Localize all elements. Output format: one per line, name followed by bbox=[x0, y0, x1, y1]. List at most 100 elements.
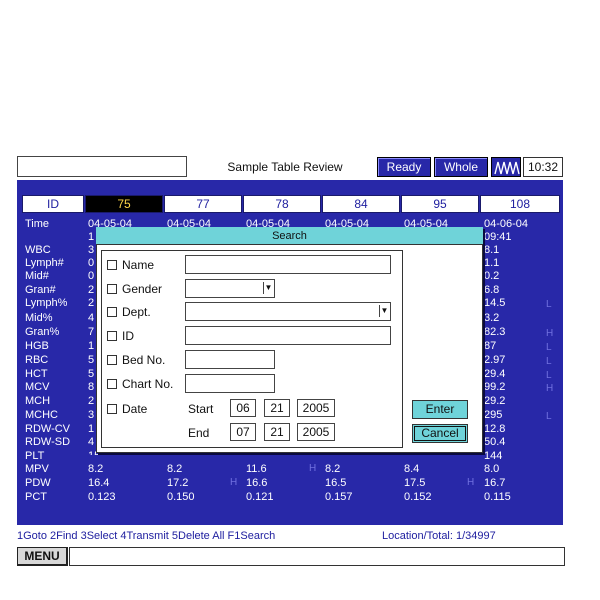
whole-blood-mode-button[interactable]: Whole bbox=[434, 157, 488, 177]
column-header-78[interactable]: 78 bbox=[243, 195, 321, 213]
id-checkbox[interactable] bbox=[107, 331, 117, 341]
cell-75-hgb: 1 bbox=[88, 340, 95, 352]
cancel-button[interactable]: Cancel bbox=[412, 424, 468, 443]
cell-78-time: 04-05-04 bbox=[246, 218, 291, 227]
cell-108-mpv: 8.0 bbox=[484, 463, 500, 475]
bed-no-label: Bed No. bbox=[122, 353, 166, 367]
end-label: End bbox=[188, 426, 210, 440]
row-label-rdw-cv: RDW-CV bbox=[25, 423, 71, 435]
location-total: Location/Total: 1/34997 bbox=[382, 530, 496, 542]
cell-78-pdw: 16.6 bbox=[246, 477, 268, 489]
cell-75-wbc: 3 bbox=[88, 244, 95, 256]
cell-75-lymph-pct: 2 bbox=[88, 297, 95, 309]
column-header-77[interactable]: 77 bbox=[164, 195, 242, 213]
row-label-time: Time bbox=[25, 218, 50, 230]
name-label: Name bbox=[122, 258, 155, 272]
cell-75-mid: 0 bbox=[88, 270, 95, 282]
cell-84-pdw: 16.5 bbox=[325, 477, 347, 489]
row-label-wbc: WBC bbox=[25, 244, 51, 256]
end-month-field[interactable]: 07 bbox=[230, 423, 256, 441]
chart-no-field[interactable] bbox=[185, 374, 275, 393]
gender-checkbox[interactable] bbox=[107, 284, 117, 294]
cell-84-mpv: 8.2 bbox=[325, 463, 341, 475]
gender-label: Gender bbox=[122, 282, 163, 296]
flag-108-hct: L bbox=[546, 370, 552, 381]
row-label-mpv: MPV bbox=[25, 463, 49, 475]
waveform-icon[interactable] bbox=[491, 157, 521, 177]
date-checkbox[interactable] bbox=[107, 404, 117, 414]
start-month-field[interactable]: 06 bbox=[230, 399, 256, 417]
end-year-field[interactable]: 2005 bbox=[297, 423, 335, 441]
cell-75-hct: 5 bbox=[88, 368, 95, 380]
cell-108-mcv: 99.2 bbox=[484, 381, 506, 393]
cell-77-pct: 0.150 bbox=[167, 491, 195, 503]
row-label-plt: PLT bbox=[25, 450, 45, 462]
start-label: Start bbox=[188, 402, 214, 416]
end-day-field[interactable]: 21 bbox=[264, 423, 290, 441]
row-label-mchc: MCHC bbox=[25, 409, 58, 421]
row-label-lymph-count: Lymph# bbox=[25, 257, 64, 269]
cell-78-mpv: 11.6 bbox=[246, 463, 267, 475]
clock: 10:32 bbox=[523, 157, 563, 177]
gender-select[interactable]: ▼ bbox=[185, 279, 275, 298]
function-key-hints: 1Goto 2Find 3Select 4Transmit 5Delete Al… bbox=[17, 530, 276, 542]
flag-95-pdw: H bbox=[467, 477, 475, 488]
chart-no-checkbox[interactable] bbox=[107, 379, 117, 389]
column-header-108[interactable]: 108 bbox=[480, 195, 560, 213]
flag-108-rbc: L bbox=[546, 356, 552, 367]
gender-dropdown-arrow-icon[interactable]: ▼ bbox=[263, 282, 273, 294]
row-label-rdw-sd: RDW-SD bbox=[25, 436, 71, 448]
cell-75-rbc: 5 bbox=[88, 354, 95, 366]
column-header-75[interactable]: 75 bbox=[85, 195, 163, 213]
cell-75-lymph: 0 bbox=[88, 257, 95, 269]
name-checkbox[interactable] bbox=[107, 260, 117, 270]
cell-108-rdw-cv: 12.8 bbox=[484, 423, 506, 435]
top-input-box[interactable] bbox=[17, 156, 187, 177]
dept-dropdown-arrow-icon[interactable]: ▼ bbox=[379, 305, 389, 317]
cell-75-rdw-sd: 4 bbox=[88, 436, 95, 448]
bed-no-checkbox[interactable] bbox=[107, 355, 117, 365]
row-label-hct: HCT bbox=[25, 368, 48, 380]
column-header-95[interactable]: 95 bbox=[401, 195, 479, 213]
dept-select[interactable]: ▼ bbox=[185, 302, 391, 321]
cell-75-pct: 0.123 bbox=[88, 491, 116, 503]
enter-button[interactable]: Enter bbox=[412, 400, 468, 419]
bed-no-field[interactable] bbox=[185, 350, 275, 369]
start-day-field[interactable]: 21 bbox=[264, 399, 290, 417]
row-label-pdw: PDW bbox=[25, 477, 51, 489]
cell-75-mpv: 8.2 bbox=[88, 463, 104, 475]
dept-checkbox[interactable] bbox=[107, 307, 117, 317]
cell-108-pct: 0.115 bbox=[484, 491, 511, 503]
cell-108-rdw-sd: 50.4 bbox=[484, 436, 506, 448]
cell-108-wbc: 8.1 bbox=[484, 244, 500, 256]
cell-77-time: 04-05-04 bbox=[167, 218, 212, 227]
cell-77-mpv: 8.2 bbox=[167, 463, 183, 475]
window-title: Sample Table Review bbox=[227, 160, 343, 174]
cell-75-mch: 2 bbox=[88, 395, 95, 407]
cell-75-mcv: 8 bbox=[88, 381, 95, 393]
row-label-mch: MCH bbox=[25, 395, 51, 407]
menu-button[interactable]: MENU bbox=[17, 547, 68, 566]
cell-108-time2: 09:41 bbox=[484, 231, 512, 243]
row-label-pct: PCT bbox=[25, 491, 47, 503]
cell-75-gran-pct: 7 bbox=[88, 326, 95, 338]
name-field[interactable] bbox=[185, 255, 391, 274]
column-header-84[interactable]: 84 bbox=[322, 195, 400, 213]
command-line-bar bbox=[69, 547, 565, 566]
cell-108-hct: 29.4 bbox=[484, 368, 506, 380]
cell-75-time2: 1 bbox=[88, 231, 95, 243]
cell-108-lymph-pct: 14.5 bbox=[484, 297, 506, 309]
cell-75-pdw: 16.4 bbox=[88, 477, 110, 489]
start-year-field[interactable]: 2005 bbox=[297, 399, 335, 417]
cell-95-pct: 0.152 bbox=[404, 491, 432, 503]
flag-78-mpv: H bbox=[309, 463, 317, 474]
row-label-rbc: RBC bbox=[25, 354, 49, 366]
id-field[interactable] bbox=[185, 326, 391, 345]
flag-108-mchc: L bbox=[546, 411, 552, 422]
date-label: Date bbox=[122, 402, 148, 416]
cell-95-mpv: 8.4 bbox=[404, 463, 420, 475]
row-label-mid-count: Mid# bbox=[25, 270, 49, 282]
cell-108-mch: 29.2 bbox=[484, 395, 506, 407]
cell-75-mid-pct: 4 bbox=[88, 312, 95, 324]
cell-77-pdw: 17.2 bbox=[167, 477, 189, 489]
